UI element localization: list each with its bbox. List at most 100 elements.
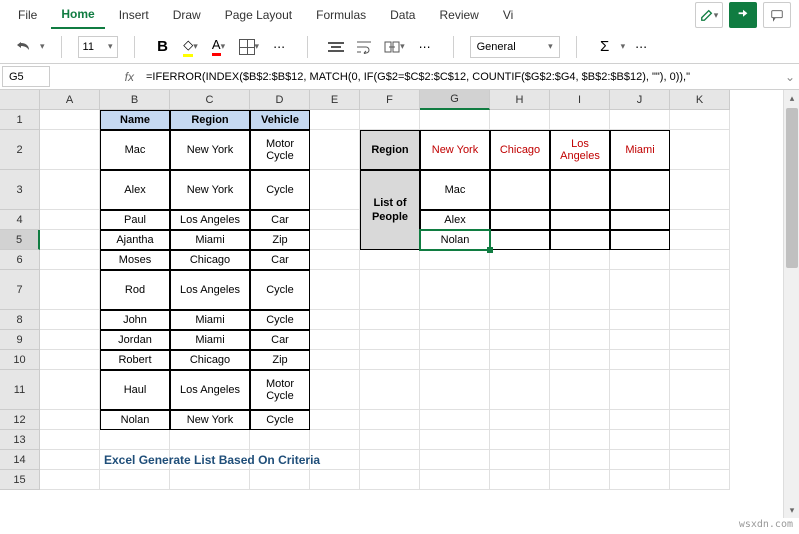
table1-r10-c1[interactable]: New York	[170, 410, 250, 430]
table1-r0-c2[interactable]: Motor Cycle	[250, 130, 310, 170]
font-color-button[interactable]: A▾	[207, 35, 231, 59]
row-header-1[interactable]: 1	[0, 110, 40, 130]
cell-G13[interactable]	[420, 430, 490, 450]
cell-A1[interactable]	[40, 110, 100, 130]
table1-header-1[interactable]: Region	[170, 110, 250, 130]
cell-H13[interactable]	[490, 430, 550, 450]
cell-A12[interactable]	[40, 410, 100, 430]
cell-H15[interactable]	[490, 470, 550, 490]
cell-G14[interactable]	[420, 450, 490, 470]
cell-I15[interactable]	[550, 470, 610, 490]
col-header-I[interactable]: I	[550, 90, 610, 110]
cell-K5[interactable]	[670, 230, 730, 250]
table1-r3-c2[interactable]: Zip	[250, 230, 310, 250]
select-all-corner[interactable]	[0, 90, 40, 110]
menu-view[interactable]: Vi	[493, 2, 523, 28]
menu-insert[interactable]: Insert	[109, 2, 159, 28]
cell-G9[interactable]	[420, 330, 490, 350]
cell-E3[interactable]	[310, 170, 360, 210]
cell-G12[interactable]	[420, 410, 490, 430]
cell-J7[interactable]	[610, 270, 670, 310]
col-header-H[interactable]: H	[490, 90, 550, 110]
fill-handle[interactable]	[487, 247, 493, 253]
name-box[interactable]: G5	[2, 66, 50, 87]
table2-people-r1-c3[interactable]	[610, 210, 670, 230]
table2-region-label[interactable]: Region	[360, 130, 420, 170]
vertical-scrollbar[interactable]: ▴▾	[783, 90, 799, 518]
table1-r2-c0[interactable]: Paul	[100, 210, 170, 230]
cell-K12[interactable]	[670, 410, 730, 430]
table1-r1-c0[interactable]: Alex	[100, 170, 170, 210]
comments-button[interactable]	[763, 2, 791, 28]
cell-I10[interactable]	[550, 350, 610, 370]
col-header-C[interactable]: C	[170, 90, 250, 110]
share-button[interactable]	[729, 2, 757, 28]
cell-I11[interactable]	[550, 370, 610, 410]
cell-F13[interactable]	[360, 430, 420, 450]
table1-r5-c2[interactable]: Cycle	[250, 270, 310, 310]
cell-B15[interactable]	[100, 470, 170, 490]
cell-K14[interactable]	[670, 450, 730, 470]
fill-color-button[interactable]: ◇▾	[179, 35, 203, 59]
table1-r7-c0[interactable]: Jordan	[100, 330, 170, 350]
cell-K3[interactable]	[670, 170, 730, 210]
cell-I6[interactable]	[550, 250, 610, 270]
row-header-2[interactable]: 2	[0, 130, 40, 170]
table1-r10-c0[interactable]: Nolan	[100, 410, 170, 430]
edit-mode-button[interactable]: ▾	[695, 2, 723, 28]
cell-E15[interactable]	[310, 470, 360, 490]
table1-r7-c1[interactable]: Miami	[170, 330, 250, 350]
cell-E11[interactable]	[310, 370, 360, 410]
cell-E6[interactable]	[310, 250, 360, 270]
table2-region-3[interactable]: Miami	[610, 130, 670, 170]
col-header-A[interactable]: A	[40, 90, 100, 110]
table1-r8-c0[interactable]: Robert	[100, 350, 170, 370]
col-header-E[interactable]: E	[310, 90, 360, 110]
col-header-D[interactable]: D	[250, 90, 310, 110]
table1-r9-c1[interactable]: Los Angeles	[170, 370, 250, 410]
cell-I9[interactable]	[550, 330, 610, 350]
row-header-6[interactable]: 6	[0, 250, 40, 270]
table1-r8-c1[interactable]: Chicago	[170, 350, 250, 370]
table1-r1-c1[interactable]: New York	[170, 170, 250, 210]
menu-file[interactable]: File	[8, 2, 47, 28]
cell-F7[interactable]	[360, 270, 420, 310]
cell-A11[interactable]	[40, 370, 100, 410]
wrap-text-button[interactable]	[352, 35, 376, 59]
cell-H9[interactable]	[490, 330, 550, 350]
table1-r2-c1[interactable]: Los Angeles	[170, 210, 250, 230]
cell-F1[interactable]	[360, 110, 420, 130]
cell-D13[interactable]	[250, 430, 310, 450]
cell-A13[interactable]	[40, 430, 100, 450]
table2-people-r2-c3[interactable]	[610, 230, 670, 250]
row-header-13[interactable]: 13	[0, 430, 40, 450]
cell-A2[interactable]	[40, 130, 100, 170]
cell-A15[interactable]	[40, 470, 100, 490]
cell-H6[interactable]	[490, 250, 550, 270]
menu-draw[interactable]: Draw	[163, 2, 211, 28]
cell-G7[interactable]	[420, 270, 490, 310]
cell-A7[interactable]	[40, 270, 100, 310]
row-header-11[interactable]: 11	[0, 370, 40, 410]
bold-button[interactable]: B	[151, 35, 175, 59]
cell-K8[interactable]	[670, 310, 730, 330]
table1-r6-c0[interactable]: John	[100, 310, 170, 330]
table1-r8-c2[interactable]: Zip	[250, 350, 310, 370]
row-header-9[interactable]: 9	[0, 330, 40, 350]
cell-J9[interactable]	[610, 330, 670, 350]
cell-J14[interactable]	[610, 450, 670, 470]
table1-r4-c0[interactable]: Moses	[100, 250, 170, 270]
align-center-button[interactable]	[324, 35, 348, 59]
col-header-K[interactable]: K	[670, 90, 730, 110]
more-align-button[interactable]: ⋯	[413, 35, 437, 59]
cell-K7[interactable]	[670, 270, 730, 310]
row-header-12[interactable]: 12	[0, 410, 40, 430]
cell-K9[interactable]	[670, 330, 730, 350]
row-header-14[interactable]: 14	[0, 450, 40, 470]
table2-region-0[interactable]: New York	[420, 130, 490, 170]
table1-r4-c1[interactable]: Chicago	[170, 250, 250, 270]
table1-r9-c2[interactable]: Motor Cycle	[250, 370, 310, 410]
cell-K13[interactable]	[670, 430, 730, 450]
formula-expand-button[interactable]: ⌄	[781, 64, 799, 89]
table2-people-r0-c1[interactable]	[490, 170, 550, 210]
